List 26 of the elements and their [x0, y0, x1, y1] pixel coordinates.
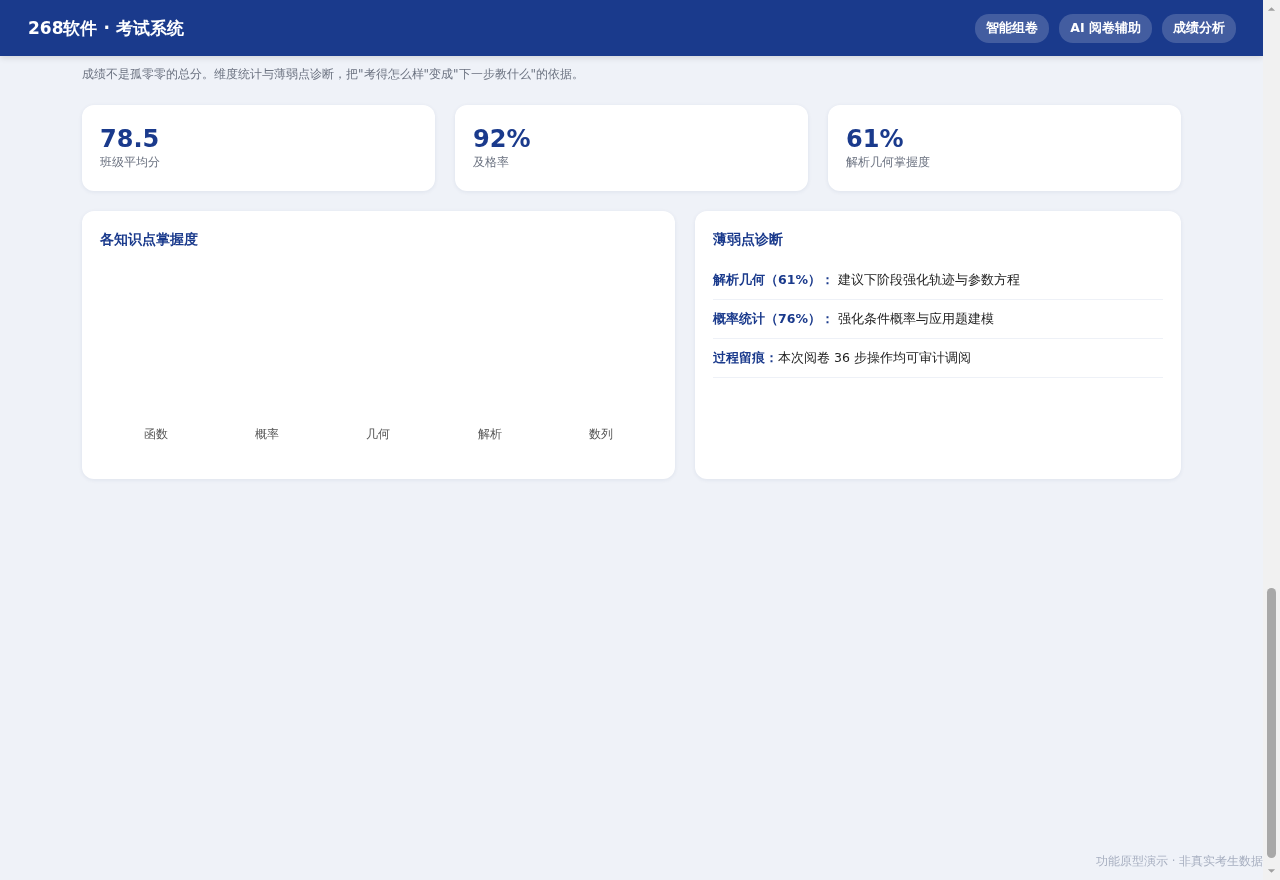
- nav-button[interactable]: AI 阅卷辅助: [1059, 13, 1152, 43]
- stat-label: 解析几何掌握度: [846, 155, 931, 171]
- scrollbar[interactable]: [1263, 0, 1280, 880]
- panel-title: 薄弱点诊断: [713, 231, 784, 249]
- scroll-down-icon[interactable]: [1267, 868, 1276, 874]
- diagnosis-item: 解析几何（61%）： 建议下阶段强化轨迹与参数方程: [713, 272, 1020, 287]
- category-label: 数列: [589, 426, 614, 443]
- category-label: 几何: [366, 426, 391, 443]
- nav-button[interactable]: 智能组卷: [975, 13, 1050, 43]
- footer-note: 功能原型演示 · 非真实考生数据: [1096, 854, 1263, 869]
- category-label: 概率: [255, 426, 280, 443]
- stat-value: 78.5: [100, 125, 161, 153]
- diagnosis-item: 过程留痕：本次阅卷 36 步操作均可审计调阅: [713, 350, 971, 365]
- scroll-thumb[interactable]: [1267, 588, 1276, 858]
- stat-label: 班级平均分: [100, 155, 161, 171]
- stat-value: 61%: [846, 125, 905, 153]
- diagnosis-item: 概率统计（76%）： 强化条件概率与应用题建模: [713, 311, 994, 326]
- panel-title: 各知识点掌握度: [100, 231, 199, 249]
- stat-value: 92%: [473, 125, 532, 153]
- brand-title: 268软件 · 考试系统: [28, 16, 184, 40]
- scroll-up-icon[interactable]: [1267, 6, 1276, 12]
- nav-button[interactable]: 成绩分析: [1162, 13, 1236, 43]
- stat-label: 及格率: [473, 155, 510, 171]
- category-label: 解析: [477, 426, 502, 443]
- category-label: 函数: [143, 426, 168, 443]
- page-subtitle: 成绩不是孤零零的总分。维度统计与薄弱点诊断，把"考得怎么样"变成"下一步教什么"的依据。: [82, 66, 586, 83]
